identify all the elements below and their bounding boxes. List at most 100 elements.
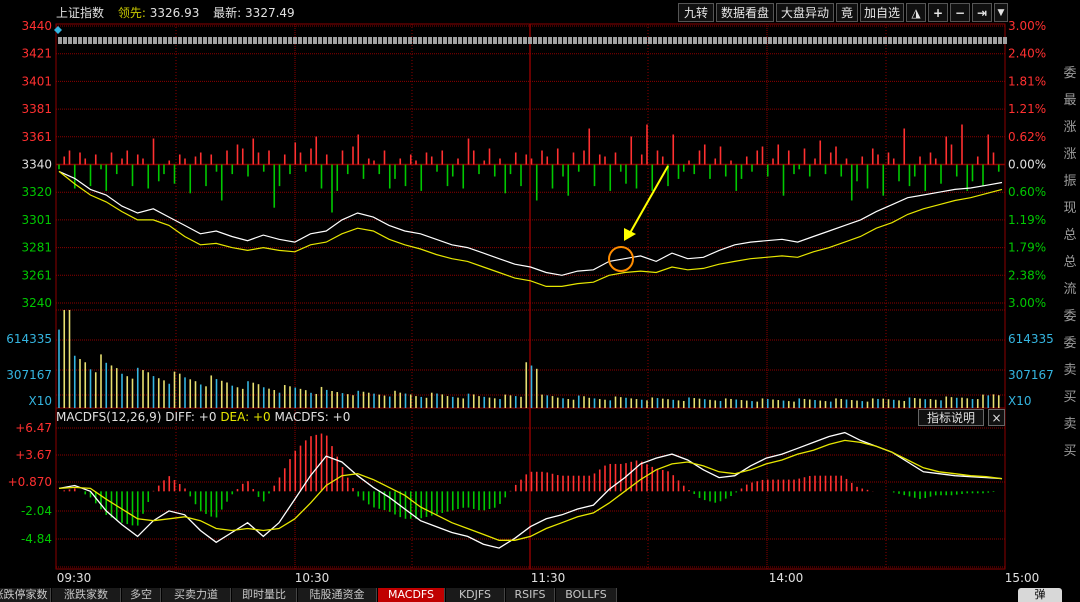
tab-4[interactable]: 即时量比 xyxy=(232,588,297,602)
strip-mark xyxy=(828,37,832,44)
macd-tick-left: +0.870 xyxy=(8,475,52,489)
strip-mark xyxy=(678,37,682,44)
strip-mark xyxy=(273,37,277,44)
strip-mark xyxy=(288,37,292,44)
diff-label: DIFF: +0 xyxy=(165,410,217,424)
strip-mark xyxy=(918,37,922,44)
strip-mark xyxy=(883,37,887,44)
strip-mark xyxy=(233,37,237,44)
strip-mark xyxy=(298,37,302,44)
index-header: 上证指数 领先: 3326.93 最新: 3327.49 xyxy=(56,4,295,21)
strip-mark xyxy=(708,37,712,44)
tab-9[interactable]: BOLLFS xyxy=(556,588,617,602)
strip-mark xyxy=(583,37,587,44)
strip-mark xyxy=(353,37,357,44)
volume-tick-right: 307167 xyxy=(1008,368,1054,382)
strip-mark xyxy=(203,37,207,44)
volume-tick-left: X10 xyxy=(29,394,53,408)
strip-mark xyxy=(658,37,662,44)
tab-7[interactable]: KDJFS xyxy=(446,588,505,602)
side-panel-item: 总 xyxy=(1063,255,1077,270)
strip-mark xyxy=(448,37,452,44)
strip-mark xyxy=(453,37,457,44)
strip-mark xyxy=(668,37,672,44)
strip-mark xyxy=(333,37,337,44)
percent-tick-right: 1.19% xyxy=(1008,213,1046,227)
lock-icon[interactable]: ◮ xyxy=(906,3,926,22)
tab-0[interactable]: 涨跌停家数 xyxy=(0,588,51,602)
strip-mark xyxy=(568,37,572,44)
tab-5[interactable]: 陆股通资金 xyxy=(298,588,377,602)
chevron-down-icon[interactable]: ▼ xyxy=(994,3,1008,22)
strip-mark xyxy=(438,37,442,44)
strip-mark xyxy=(463,37,467,44)
nine-turn-button[interactable]: 九转 xyxy=(678,3,714,22)
minus-icon[interactable]: − xyxy=(950,3,970,22)
strip-mark xyxy=(873,37,877,44)
strip-mark xyxy=(58,37,62,44)
tab-3[interactable]: 买卖力道 xyxy=(162,588,231,602)
strip-mark xyxy=(538,37,542,44)
strip-mark xyxy=(593,37,597,44)
strip-mark xyxy=(328,37,332,44)
strip-mark xyxy=(953,37,957,44)
end-icon[interactable]: ⇥ xyxy=(972,3,992,22)
volume-bars xyxy=(58,310,1000,408)
tab-8[interactable]: RSIFS xyxy=(506,588,555,602)
strip-mark xyxy=(573,37,577,44)
strip-mark xyxy=(303,37,307,44)
strip-mark xyxy=(133,37,137,44)
strip-mark xyxy=(473,37,477,44)
strip-mark xyxy=(518,37,522,44)
strip-mark xyxy=(978,37,982,44)
plus-icon[interactable]: + xyxy=(928,3,948,22)
data-view-button[interactable]: 数据看盘 xyxy=(716,3,774,22)
strip-mark xyxy=(603,37,607,44)
bid-button[interactable]: 竟 xyxy=(836,3,858,22)
strip-mark xyxy=(308,37,312,44)
price-tick-left: 3401 xyxy=(21,74,52,88)
strip-mark xyxy=(198,37,202,44)
strip-mark xyxy=(403,37,407,44)
percent-tick-right: 1.21% xyxy=(1008,102,1046,116)
strip-mark xyxy=(543,37,547,44)
strip-mark xyxy=(963,37,967,44)
side-panel-item: 卖 xyxy=(1063,417,1077,432)
strip-mark xyxy=(373,37,377,44)
latest-value: 3327.49 xyxy=(245,6,295,20)
add-favorite-button[interactable]: 加自选 xyxy=(860,3,904,22)
percent-tick-right: 0.00% xyxy=(1008,158,1046,172)
strip-mark xyxy=(548,37,552,44)
strip-mark xyxy=(628,37,632,44)
strip-mark xyxy=(813,37,817,44)
side-panel-item: 买 xyxy=(1063,444,1077,459)
strip-mark xyxy=(673,37,677,44)
strip-mark xyxy=(578,37,582,44)
strip-mark xyxy=(223,37,227,44)
strip-mark xyxy=(723,37,727,44)
tab-6[interactable]: MACDFS xyxy=(378,588,445,602)
indicator-help-button[interactable]: 指标说明 xyxy=(918,409,984,426)
strip-mark xyxy=(243,37,247,44)
strip-mark xyxy=(118,37,122,44)
percent-tick-right: 0.62% xyxy=(1008,130,1046,144)
time-tick: 11:30 xyxy=(531,571,566,585)
macd-tick-left: +3.67 xyxy=(15,448,52,462)
strip-mark xyxy=(483,37,487,44)
side-panel-item: 买 xyxy=(1063,390,1077,405)
tab-2[interactable]: 多空 xyxy=(122,588,161,602)
close-icon[interactable]: × xyxy=(988,409,1005,426)
chart-grid xyxy=(55,23,1006,570)
market-move-button[interactable]: 大盘异动 xyxy=(776,3,834,22)
tab-1[interactable]: 涨跌家数 xyxy=(52,588,121,602)
strip-mark xyxy=(608,37,612,44)
strip-mark xyxy=(748,37,752,44)
strip-mark xyxy=(863,37,867,44)
strip-mark xyxy=(258,37,262,44)
popup-button[interactable]: 弹 xyxy=(1018,588,1062,602)
annotation xyxy=(608,165,669,272)
volume-tick-right: 614335 xyxy=(1008,332,1054,346)
price-tick-left: 3361 xyxy=(21,130,52,144)
strip-mark xyxy=(788,37,792,44)
strip-mark xyxy=(218,37,222,44)
